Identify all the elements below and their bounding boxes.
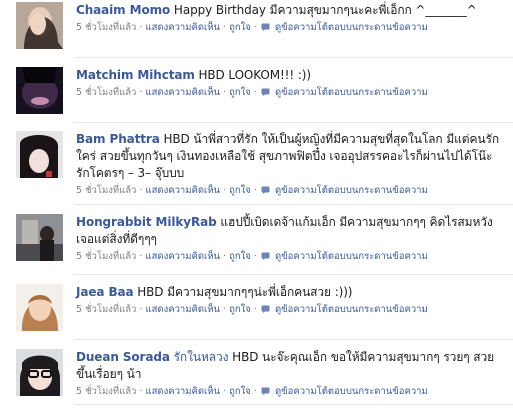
- like-link[interactable]: ถูกใจ: [229, 386, 251, 397]
- separator: ·: [253, 185, 257, 196]
- author-name[interactable]: Hongrabbit MilkyRab: [76, 215, 217, 229]
- post-meta: 5 ชั่วโมงที่แล้ว · แสดงความคิดเห็น · ถูก…: [76, 21, 508, 34]
- wall-to-wall-icon: [261, 23, 270, 31]
- separator: ·: [139, 386, 143, 397]
- wall-to-wall-icon: [261, 387, 270, 395]
- comment-link[interactable]: แสดงความคิดเห็น: [146, 185, 221, 196]
- timestamp[interactable]: 5 ชั่วโมงที่แล้ว: [76, 87, 136, 98]
- separator: ·: [139, 22, 143, 33]
- like-link[interactable]: ถูกใจ: [229, 22, 251, 33]
- avatar[interactable]: [16, 67, 63, 114]
- separator: ·: [253, 304, 257, 315]
- like-link[interactable]: ถูกใจ: [229, 87, 251, 98]
- post-text: HBD LOOKOM!!! :)): [198, 68, 312, 82]
- timestamp[interactable]: 5 ชั่วโมงที่แล้ว: [76, 304, 136, 315]
- separator: ·: [253, 251, 257, 262]
- separator: ·: [139, 87, 143, 98]
- separator: ·: [223, 185, 227, 196]
- avatar[interactable]: [16, 2, 63, 49]
- separator: ·: [223, 87, 227, 98]
- separator: ·: [223, 22, 227, 33]
- post-meta: 5 ชั่วโมงที่แล้ว · แสดงความคิดเห็น · ถูก…: [76, 184, 508, 197]
- comment-link[interactable]: แสดงความคิดเห็น: [146, 386, 221, 397]
- avatar[interactable]: [16, 349, 63, 396]
- author-name[interactable]: Chaaim Momo: [76, 3, 170, 17]
- wall-to-wall-icon: [261, 88, 270, 96]
- see-wall-to-wall-link[interactable]: ดูข้อความโต้ตอบบนกระดานข้อความ: [275, 185, 428, 196]
- comment-link[interactable]: แสดงความคิดเห็น: [146, 87, 221, 98]
- see-wall-to-wall-link[interactable]: ดูข้อความโต้ตอบบนกระดานข้อความ: [275, 87, 428, 98]
- divider: [74, 204, 513, 205]
- wall-to-wall-icon: [261, 186, 270, 194]
- like-link[interactable]: ถูกใจ: [229, 185, 251, 196]
- timestamp[interactable]: 5 ชั่วโมงที่แล้ว: [76, 386, 136, 397]
- post-message: Duean Sorada รักในหลวง HBD นะจ๊ะคุณเอ็ก …: [76, 349, 508, 383]
- divider: [74, 122, 513, 123]
- separator: ·: [139, 185, 143, 196]
- avatar[interactable]: [16, 214, 63, 261]
- separator: ·: [253, 22, 257, 33]
- separator: ·: [223, 304, 227, 315]
- see-wall-to-wall-link[interactable]: ดูข้อความโต้ตอบบนกระดานข้อความ: [275, 22, 428, 33]
- post-message: Bam Phattra HBD น้าพี่สาวที่รัก ให้เป็นผ…: [76, 131, 508, 182]
- post-message: Hongrabbit MilkyRab แฮปปี้เบิดเดจ้าแก้มเ…: [76, 214, 508, 248]
- post-text: Happy Birthday มีความสุขมากๆนะคะพี่เอ็กก…: [173, 3, 477, 17]
- separator: ·: [223, 386, 227, 397]
- timestamp[interactable]: 5 ชั่วโมงที่แล้ว: [76, 251, 136, 262]
- separator: ·: [253, 386, 257, 397]
- like-link[interactable]: ถูกใจ: [229, 251, 251, 262]
- author-name[interactable]: Jaea Baa: [76, 285, 134, 299]
- separator: ·: [139, 251, 143, 262]
- author-tagline[interactable]: รักในหลวง: [174, 350, 229, 364]
- timestamp[interactable]: 5 ชั่วโมงที่แล้ว: [76, 185, 136, 196]
- avatar[interactable]: [16, 284, 63, 331]
- author-name[interactable]: Matchim Mihctam: [76, 68, 195, 82]
- post-message: Chaaim Momo Happy Birthday มีความสุขมากๆ…: [76, 2, 508, 19]
- see-wall-to-wall-link[interactable]: ดูข้อความโต้ตอบบนกระดานข้อความ: [275, 304, 428, 315]
- post-meta: 5 ชั่วโมงที่แล้ว · แสดงความคิดเห็น · ถูก…: [76, 303, 508, 316]
- divider: [74, 57, 513, 58]
- post-meta: 5 ชั่วโมงที่แล้ว · แสดงความคิดเห็น · ถูก…: [76, 250, 508, 263]
- avatar[interactable]: [16, 131, 63, 178]
- separator: ·: [139, 304, 143, 315]
- wall-to-wall-icon: [261, 252, 270, 260]
- divider: [74, 339, 513, 340]
- comment-link[interactable]: แสดงความคิดเห็น: [146, 304, 221, 315]
- post-message: Matchim Mihctam HBD LOOKOM!!! :)): [76, 67, 508, 84]
- author-name[interactable]: Duean Sorada: [76, 350, 170, 364]
- post-meta: 5 ชั่วโมงที่แล้ว · แสดงความคิดเห็น · ถูก…: [76, 385, 508, 398]
- like-link[interactable]: ถูกใจ: [229, 304, 251, 315]
- post-message: Jaea Baa HBD มีความสุขมากๆๆน่ะพี่เอ็กคนส…: [76, 284, 508, 301]
- separator: ·: [253, 87, 257, 98]
- wall-feed: Chaaim Momo Happy Birthday มีความสุขมากๆ…: [0, 0, 513, 410]
- post-text: HBD มีความสุขมากๆๆน่ะพี่เอ็กคนสวย :))): [137, 285, 353, 299]
- post-meta: 5 ชั่วโมงที่แล้ว · แสดงความคิดเห็น · ถูก…: [76, 86, 508, 99]
- timestamp[interactable]: 5 ชั่วโมงที่แล้ว: [76, 22, 136, 33]
- separator: ·: [223, 251, 227, 262]
- author-name[interactable]: Bam Phattra: [76, 132, 160, 146]
- divider: [74, 274, 513, 275]
- comment-link[interactable]: แสดงความคิดเห็น: [146, 22, 221, 33]
- see-wall-to-wall-link[interactable]: ดูข้อความโต้ตอบบนกระดานข้อความ: [275, 251, 428, 262]
- comment-link[interactable]: แสดงความคิดเห็น: [146, 251, 221, 262]
- divider: [74, 404, 513, 405]
- see-wall-to-wall-link[interactable]: ดูข้อความโต้ตอบบนกระดานข้อความ: [275, 386, 428, 397]
- wall-to-wall-icon: [261, 305, 270, 313]
